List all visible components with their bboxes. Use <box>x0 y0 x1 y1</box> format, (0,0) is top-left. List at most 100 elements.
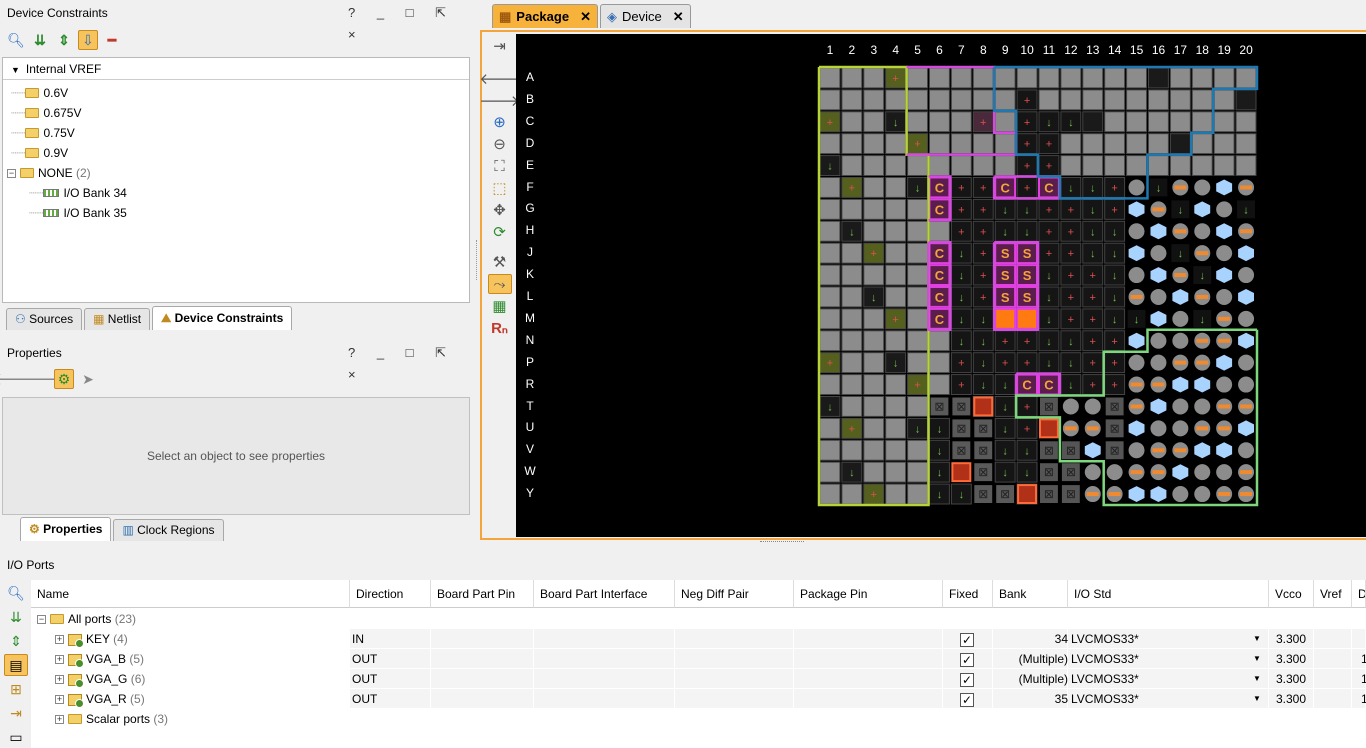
package-pin[interactable] <box>841 352 863 374</box>
package-pin[interactable]: ↓ <box>950 308 972 330</box>
package-pin[interactable] <box>1106 464 1123 481</box>
package-pin[interactable] <box>1150 288 1167 305</box>
expand-icon[interactable]: + <box>55 635 64 645</box>
package-pin[interactable] <box>1150 201 1167 218</box>
package-pin[interactable]: ⊠ <box>1040 397 1058 416</box>
package-pin[interactable]: + <box>1104 198 1126 220</box>
package-pin[interactable] <box>841 374 863 396</box>
forward-arrow-icon[interactable]: 🡒 <box>16 369 64 389</box>
package-pin[interactable] <box>885 461 907 483</box>
special-pin[interactable]: S <box>994 286 1017 308</box>
package-pin[interactable]: + <box>972 264 994 286</box>
package-pin[interactable]: + <box>950 220 972 242</box>
package-pin[interactable]: ⊠ <box>974 485 993 503</box>
package-pin[interactable] <box>885 286 907 308</box>
fixed-cell[interactable]: ✓ <box>960 669 974 689</box>
package-pin[interactable] <box>1150 332 1167 349</box>
package-pin[interactable] <box>1238 310 1255 327</box>
zoom-out-icon[interactable]: ⊖ <box>488 134 512 154</box>
package-pin[interactable]: + <box>972 111 994 133</box>
package-pin[interactable] <box>907 396 929 417</box>
package-pin[interactable] <box>994 89 1016 111</box>
create-port-icon[interactable]: ⊞ <box>4 678 28 700</box>
column-header[interactable]: D <box>1352 580 1366 608</box>
fixed-checkbox[interactable]: ✓ <box>960 692 974 707</box>
package-pin[interactable] <box>1148 133 1169 155</box>
collapse-icon[interactable]: − <box>37 615 46 625</box>
package-pin[interactable] <box>1238 464 1255 481</box>
package-pin[interactable] <box>885 198 907 220</box>
package-pin[interactable] <box>1150 420 1167 437</box>
package-pin[interactable] <box>863 330 885 352</box>
package-pin[interactable]: ↓ <box>1104 308 1126 330</box>
expand-all-icon[interactable]: ⇕ <box>54 30 74 50</box>
package-pin[interactable] <box>994 155 1016 176</box>
package-pin[interactable] <box>1084 398 1101 415</box>
bank-cell[interactable]: (Multiple) <box>993 669 1068 689</box>
clock-pin[interactable]: C <box>1038 373 1060 396</box>
package-pin[interactable] <box>907 264 929 286</box>
package-pin[interactable] <box>929 352 950 374</box>
package-pin[interactable] <box>819 308 841 330</box>
package-pin[interactable] <box>1216 179 1233 196</box>
package-pin[interactable] <box>1150 223 1167 240</box>
package-pin[interactable]: ↓ <box>1104 264 1126 286</box>
extra-cell[interactable]: 1 <box>1361 649 1366 669</box>
collapse-panel-icon[interactable]: ⇥ <box>488 36 512 56</box>
package-pin[interactable]: ⊠ <box>1105 419 1124 438</box>
package-pin[interactable] <box>1194 201 1211 218</box>
special-pin[interactable]: S <box>1016 242 1039 265</box>
tab-device[interactable]: ◈ Device ✕ <box>599 4 691 28</box>
package-pin[interactable]: + <box>1082 308 1104 330</box>
package-pin[interactable] <box>929 89 950 111</box>
package-pin[interactable]: ↓ <box>1038 352 1060 374</box>
package-pin[interactable] <box>1216 310 1233 327</box>
expand-icon[interactable]: + <box>55 675 64 685</box>
direction-cell[interactable]: OUT <box>352 649 377 669</box>
collapse-all-icon[interactable]: ⇊ <box>30 30 50 50</box>
package-pin[interactable] <box>885 396 907 417</box>
package-pin[interactable]: + <box>950 352 972 374</box>
package-pin[interactable] <box>1128 398 1145 415</box>
package-pin[interactable] <box>819 374 841 396</box>
package-pin[interactable]: ⊠ <box>952 441 971 460</box>
package-pin[interactable]: ↓ <box>1127 309 1146 328</box>
package-pin[interactable] <box>1084 486 1101 503</box>
package-pin[interactable]: + <box>863 483 885 505</box>
package-pin[interactable] <box>1238 245 1254 262</box>
properties-settings-icon[interactable]: ⚙ <box>54 369 74 389</box>
package-pin[interactable] <box>1128 332 1145 349</box>
package-pin[interactable] <box>841 242 863 264</box>
package-pin[interactable]: ↓ <box>841 220 863 242</box>
column-header[interactable]: Fixed <box>943 580 993 608</box>
column-header[interactable]: Vref <box>1314 580 1352 608</box>
package-pin[interactable] <box>1150 486 1167 502</box>
window-buttons[interactable]: ? _ □ ⇱ × <box>348 2 478 42</box>
table-cell[interactable] <box>1352 629 1366 648</box>
package-pin[interactable] <box>885 417 907 439</box>
vcco-cell[interactable]: 3.300 <box>1276 629 1306 649</box>
package-pin[interactable]: ↓ <box>907 177 929 198</box>
package-pin[interactable]: ⊠ <box>952 419 971 438</box>
package-pin[interactable] <box>863 374 885 396</box>
package-pin[interactable]: + <box>1060 308 1082 330</box>
package-pin[interactable]: ↓ <box>1149 178 1168 197</box>
package-pin[interactable]: ↓ <box>1082 177 1104 198</box>
package-pin[interactable] <box>863 396 885 417</box>
package-pin[interactable] <box>885 374 907 396</box>
tab-clock-regions[interactable]: ▥ Clock Regions <box>113 519 224 541</box>
package-pin[interactable] <box>1038 89 1060 111</box>
table-cell[interactable] <box>534 689 675 708</box>
package-pin[interactable] <box>863 133 885 155</box>
package-pin[interactable]: + <box>972 220 994 242</box>
bank-cell[interactable]: 34 <box>993 629 1068 649</box>
package-pin[interactable] <box>885 483 907 505</box>
package-pin[interactable] <box>841 264 863 286</box>
package-pin[interactable]: ↓ <box>994 198 1016 220</box>
package-pin[interactable]: ↓ <box>1060 374 1082 396</box>
package-pin[interactable] <box>1238 289 1254 305</box>
package-pin[interactable] <box>1238 179 1255 196</box>
package-pin[interactable] <box>1172 442 1189 459</box>
tree-item-bank-35[interactable]: ┈┈ I/O Bank 35 <box>29 203 127 223</box>
package-pin[interactable]: + <box>950 198 972 220</box>
